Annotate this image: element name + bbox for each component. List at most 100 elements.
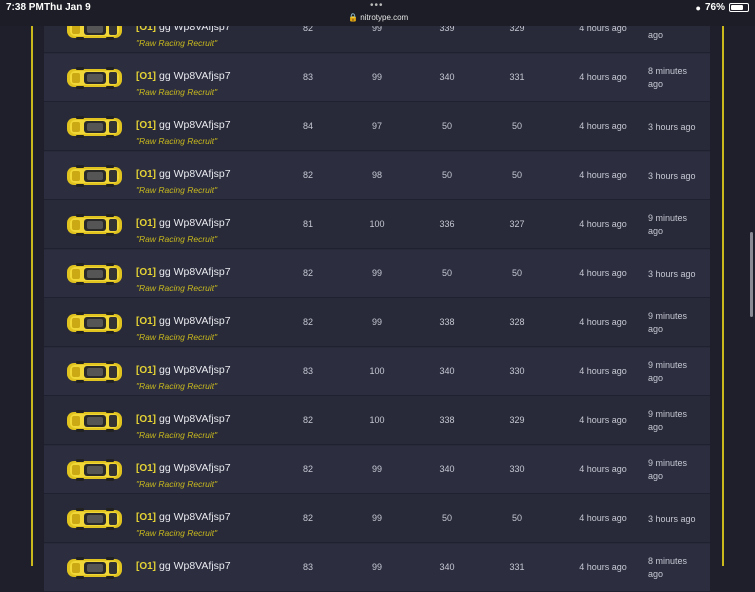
racer-title: "Raw Racing Recruit" xyxy=(136,283,218,293)
table-row[interactable]: [O1] gg Wp8VAfjsp7 "Raw Racing Recruit" 8… xyxy=(44,201,710,249)
racer-info[interactable]: [O1] gg Wp8VAfjsp7 "Raw Racing Recruit" xyxy=(136,213,231,244)
table-row[interactable]: [O1] gg Wp8VAfjsp7 "Raw Racing Recruit" 8… xyxy=(44,348,710,396)
racer-info[interactable]: [O1] gg Wp8VAfjsp7 "Raw Racing Recruit" xyxy=(136,164,231,195)
racer-car-icon xyxy=(66,556,123,580)
cell-col4: 328 xyxy=(509,317,525,327)
cell-col3: 338 xyxy=(439,415,455,425)
racer-info[interactable]: [O1] gg Wp8VAfjsp7 "Raw Racing Recruit" xyxy=(136,409,231,440)
racer-name[interactable]: gg Wp8VAfjsp7 xyxy=(159,315,231,327)
racer-title: "Raw Racing Recruit" xyxy=(136,136,218,146)
team-tag[interactable]: [O1] xyxy=(136,120,156,131)
cell-col2: 100 xyxy=(369,366,385,376)
ios-status-bar: 7:38 PM Thu Jan 9 ••• 🔒 nitrotype.com ● … xyxy=(0,0,755,26)
racer-info[interactable]: [O1] gg Wp8VAfjsp7 xyxy=(136,556,231,577)
racer-info[interactable]: [O1] gg Wp8VAfjsp7 "Raw Racing Recruit" xyxy=(136,507,231,538)
racer-info[interactable]: [O1] gg Wp8VAfjsp7 "Raw Racing Recruit" xyxy=(136,360,231,391)
team-tag[interactable]: [O1] xyxy=(136,365,156,376)
cell-col5: 4 hours ago xyxy=(579,317,627,327)
cell-col1: 82 xyxy=(302,415,313,425)
racer-name[interactable]: gg Wp8VAfjsp7 xyxy=(159,266,231,278)
racer-name[interactable]: gg Wp8VAfjsp7 xyxy=(159,70,231,82)
table-row[interactable]: [O1] gg Wp8VAfjsp7 "Raw Racing Recruit" 8… xyxy=(44,446,710,494)
cell-col6: 9 minutes ago xyxy=(648,360,688,383)
page-scrollbar[interactable] xyxy=(750,232,753,317)
cell-col1: 82 xyxy=(302,317,313,327)
team-tag[interactable]: [O1] xyxy=(136,169,156,180)
team-tag[interactable]: [O1] xyxy=(136,267,156,278)
table-row[interactable]: [O1] gg Wp8VAfjsp7 83 99 340 331 4 hours … xyxy=(44,544,710,592)
wifi-icon: ● xyxy=(695,2,701,13)
team-tag[interactable]: [O1] xyxy=(136,463,156,474)
cell-col6: 8 minutes ago xyxy=(648,556,688,579)
team-tag[interactable]: [O1] xyxy=(136,512,156,523)
table-row[interactable]: [O1] gg Wp8VAfjsp7 "Raw Racing Recruit" 8… xyxy=(44,495,710,543)
cell-col1: 82 xyxy=(302,513,313,523)
racer-info[interactable]: [O1] gg Wp8VAfjsp7 "Raw Racing Recruit" xyxy=(136,458,231,489)
cell-col3: 50 xyxy=(441,268,452,278)
racer-name[interactable]: gg Wp8VAfjsp7 xyxy=(159,168,231,180)
racer-name[interactable]: gg Wp8VAfjsp7 xyxy=(159,217,231,229)
cell-col4: 327 xyxy=(509,219,525,229)
table-row[interactable]: [O1] gg Wp8VAfjsp7 "Raw Racing Recruit" 8… xyxy=(44,299,710,347)
racer-info[interactable]: [O1] gg Wp8VAfjsp7 "Raw Racing Recruit" xyxy=(136,262,231,293)
cell-col5: 4 hours ago xyxy=(579,513,627,523)
racer-info[interactable]: [O1] gg Wp8VAfjsp7 "Raw Racing Recruit" xyxy=(136,311,231,342)
racer-title: "Raw Racing Recruit" xyxy=(136,87,218,97)
racer-name[interactable]: gg Wp8VAfjsp7 xyxy=(159,119,231,131)
racer-title: "Raw Racing Recruit" xyxy=(136,430,218,440)
racer-title: "Raw Racing Recruit" xyxy=(136,38,218,48)
cell-col5: 4 hours ago xyxy=(579,415,627,425)
team-tag[interactable]: [O1] xyxy=(136,561,156,572)
cell-col4: 331 xyxy=(509,562,525,572)
table-row[interactable]: [O1] gg Wp8VAfjsp7 "Raw Racing Recruit" 8… xyxy=(44,152,710,200)
racer-car-icon xyxy=(66,213,123,237)
cell-col5: 4 hours ago xyxy=(579,170,627,180)
table-row[interactable]: [O1] gg Wp8VAfjsp7 "Raw Racing Recruit" 8… xyxy=(44,54,710,102)
racer-info[interactable]: [O1] gg Wp8VAfjsp7 "Raw Racing Recruit" xyxy=(136,115,231,146)
table-row[interactable]: [O1] gg Wp8VAfjsp7 "Raw Racing Recruit" 8… xyxy=(44,250,710,298)
cell-col2: 100 xyxy=(369,415,385,425)
racer-name[interactable]: gg Wp8VAfjsp7 xyxy=(159,364,231,376)
racer-car-icon xyxy=(66,115,123,139)
team-tag[interactable]: [O1] xyxy=(136,414,156,425)
cell-col6: 9 minutes ago xyxy=(648,311,688,334)
team-tag[interactable]: [O1] xyxy=(136,316,156,327)
battery-percent: 76% xyxy=(704,2,725,13)
racer-title: "Raw Racing Recruit" xyxy=(136,185,218,195)
table-row[interactable]: [O1] gg Wp8VAfjsp7 "Raw Racing Recruit" 8… xyxy=(44,397,710,445)
table-row[interactable]: [O1] gg Wp8VAfjsp7 "Raw Racing Recruit" 8… xyxy=(44,103,710,151)
racer-name[interactable]: gg Wp8VAfjsp7 xyxy=(159,560,231,572)
racer-name[interactable]: gg Wp8VAfjsp7 xyxy=(159,511,231,523)
cell-col1: 83 xyxy=(302,366,313,376)
cell-col1: 83 xyxy=(302,72,313,82)
cell-col1: 84 xyxy=(302,121,313,131)
team-tag[interactable]: [O1] xyxy=(136,218,156,229)
status-time: 7:38 PM xyxy=(6,2,44,13)
racer-title: "Raw Racing Recruit" xyxy=(136,381,218,391)
cell-col5: 4 hours ago xyxy=(579,72,627,82)
cell-col6: 9 minutes ago xyxy=(648,458,688,481)
cell-col6: 3 hours ago xyxy=(648,122,696,132)
multitask-dots-icon[interactable]: ••• xyxy=(370,0,384,11)
cell-col4: 330 xyxy=(509,464,525,474)
cell-col5: 4 hours ago xyxy=(579,121,627,131)
racer-car-icon xyxy=(66,164,123,188)
racer-name[interactable]: gg Wp8VAfjsp7 xyxy=(159,462,231,474)
cell-col5: 4 hours ago xyxy=(579,562,627,572)
cell-col3: 336 xyxy=(439,219,455,229)
racer-car-icon xyxy=(66,507,123,531)
cell-col3: 340 xyxy=(439,464,455,474)
racer-title: "Raw Racing Recruit" xyxy=(136,332,218,342)
racer-name[interactable]: gg Wp8VAfjsp7 xyxy=(159,413,231,425)
racer-title: "Raw Racing Recruit" xyxy=(136,528,218,538)
cell-col6: 9 minutes ago xyxy=(648,213,688,236)
team-tag[interactable]: [O1] xyxy=(136,71,156,82)
address-bar-url[interactable]: 🔒 nitrotype.com xyxy=(348,13,408,22)
cell-col1: 83 xyxy=(302,562,313,572)
cell-col5: 4 hours ago xyxy=(579,464,627,474)
cell-col4: 50 xyxy=(511,268,522,278)
racer-info[interactable]: [O1] gg Wp8VAfjsp7 "Raw Racing Recruit" xyxy=(136,66,231,97)
cell-col4: 331 xyxy=(509,72,525,82)
cell-col1: 81 xyxy=(302,219,313,229)
cell-col5: 4 hours ago xyxy=(579,268,627,278)
